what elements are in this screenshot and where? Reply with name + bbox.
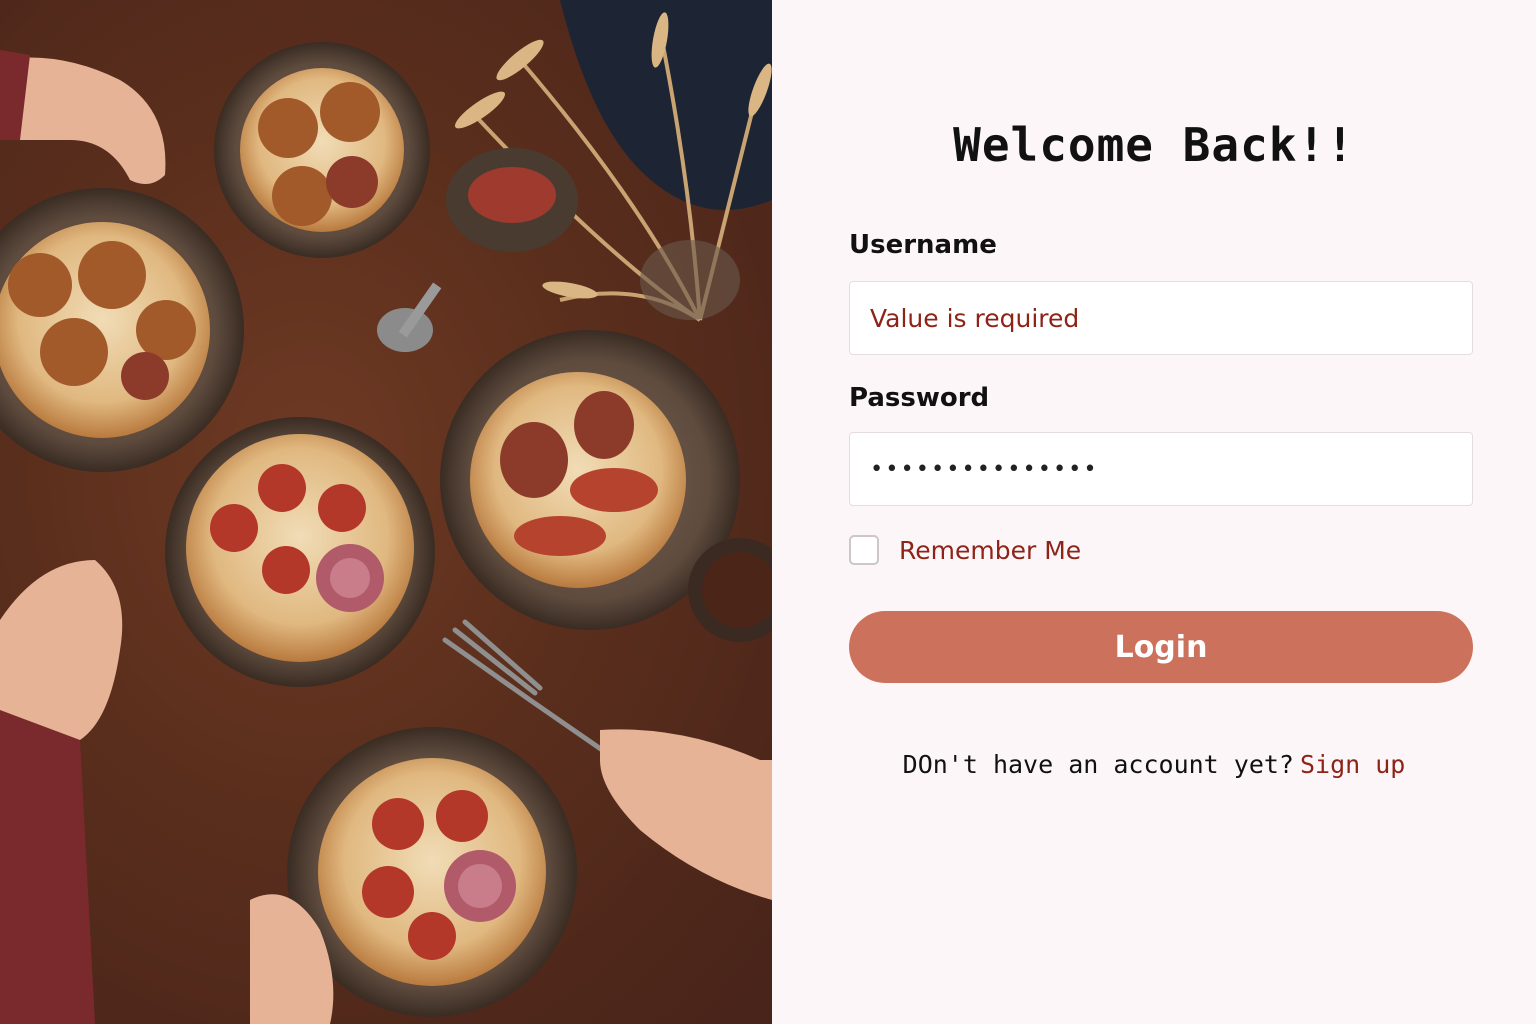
remember-me-checkbox[interactable] xyxy=(849,535,879,565)
signup-prompt: DOn't have an account yet? xyxy=(902,750,1294,779)
signup-link[interactable]: Sign up xyxy=(1300,750,1405,779)
username-label: Username xyxy=(849,230,997,260)
password-label: Password xyxy=(849,383,990,413)
password-value: ••••••••••••••• xyxy=(870,456,1099,482)
password-input[interactable]: ••••••••••••••• xyxy=(849,432,1473,506)
username-validation-message: Value is required xyxy=(870,303,1080,333)
signup-row: DOn't have an account yet? Sign up xyxy=(772,750,1536,779)
hero-image xyxy=(0,0,772,1024)
login-panel: Welcome Back!! Username Value is require… xyxy=(772,0,1536,1024)
remember-me[interactable]: Remember Me xyxy=(849,535,1081,565)
remember-me-label[interactable]: Remember Me xyxy=(899,536,1081,565)
login-button[interactable]: Login xyxy=(849,611,1473,683)
page-title: Welcome Back!! xyxy=(953,118,1355,172)
username-input[interactable]: Value is required xyxy=(849,281,1473,355)
pizzas-on-table-photo xyxy=(0,0,772,1024)
